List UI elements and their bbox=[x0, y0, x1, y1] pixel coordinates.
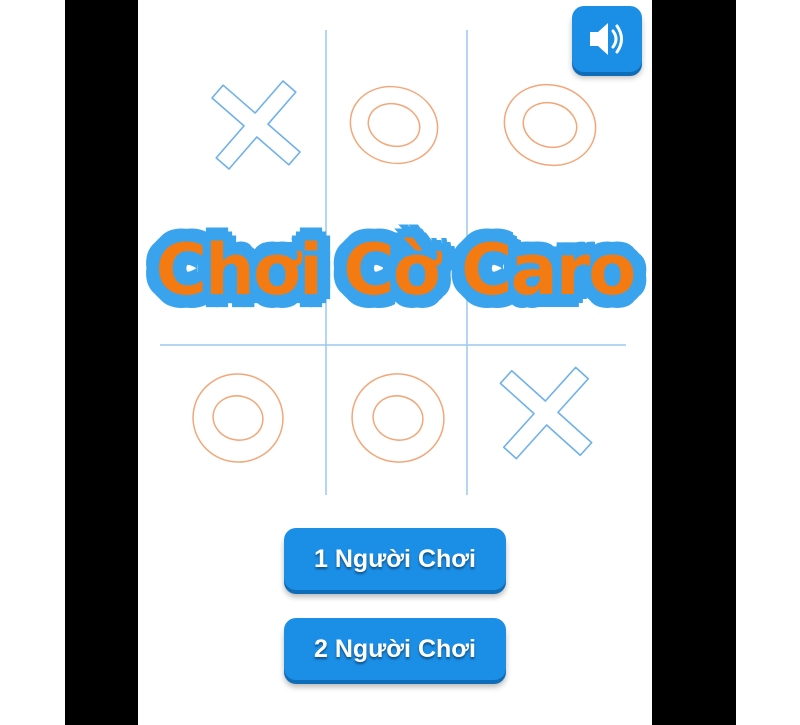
game-title: Chơi Cờ Caro bbox=[155, 229, 637, 311]
cell-1-x-mark bbox=[211, 80, 301, 170]
sound-toggle-button[interactable] bbox=[572, 6, 642, 72]
letterbox-right bbox=[652, 0, 736, 725]
cell-9-x-mark bbox=[499, 366, 593, 460]
cell-7-o-mark bbox=[192, 373, 284, 463]
cell-8-o-mark bbox=[351, 373, 445, 463]
tic-tac-toe-board bbox=[160, 30, 626, 495]
game-screen: Chơi Cờ Caro 1 Người Chơi 2 Người Chơi bbox=[138, 0, 652, 725]
one-player-button[interactable]: 1 Người Chơi bbox=[284, 528, 506, 590]
cell-2-o-mark bbox=[349, 85, 439, 165]
two-player-button[interactable]: 2 Người Chơi bbox=[284, 618, 506, 680]
cell-3-o-mark bbox=[503, 83, 597, 167]
letterbox-left bbox=[65, 0, 138, 725]
speaker-icon bbox=[590, 23, 623, 55]
